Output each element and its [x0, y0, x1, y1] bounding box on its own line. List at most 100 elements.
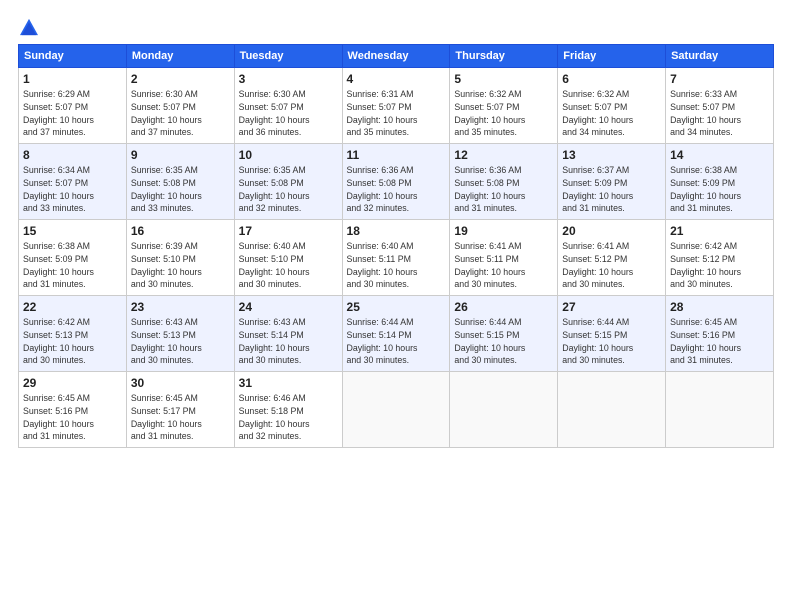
day-number: 1 — [23, 72, 122, 86]
day-info: Sunrise: 6:35 AMSunset: 5:08 PMDaylight:… — [239, 164, 338, 215]
day-number: 29 — [23, 376, 122, 390]
day-info: Sunrise: 6:36 AMSunset: 5:08 PMDaylight:… — [347, 164, 446, 215]
calendar-day-cell: 29 Sunrise: 6:45 AMSunset: 5:16 PMDayligh… — [19, 372, 127, 448]
day-of-week-header: Tuesday — [234, 45, 342, 68]
calendar-day-cell: 31Sunrise: 6:46 AMSunset: 5:18 PMDayligh… — [234, 372, 342, 448]
day-info: Sunrise: 6:33 AMSunset: 5:07 PMDaylight:… — [670, 88, 769, 139]
logo — [18, 18, 38, 36]
day-number: 17 — [239, 224, 338, 238]
day-info: Sunrise: 6:34 AMSunset: 5:07 PMDaylight:… — [23, 164, 122, 215]
calendar-day-cell: 23 Sunrise: 6:43 AMSunset: 5:13 PMDayligh… — [126, 296, 234, 372]
day-info: Sunrise: 6:45 AMSunset: 5:16 PMDaylight:… — [23, 392, 122, 443]
day-number: 12 — [454, 148, 553, 162]
day-info: Sunrise: 6:44 AMSunset: 5:15 PMDaylight:… — [562, 316, 661, 367]
day-info: Sunrise: 6:45 AMSunset: 5:17 PMDaylight:… — [131, 392, 230, 443]
day-info: Sunrise: 6:32 AMSunset: 5:07 PMDaylight:… — [454, 88, 553, 139]
day-number: 25 — [347, 300, 446, 314]
day-number: 24 — [239, 300, 338, 314]
calendar-day-cell: 12 Sunrise: 6:36 AMSunset: 5:08 PMDayligh… — [450, 144, 558, 220]
calendar-day-cell — [342, 372, 450, 448]
logo-icon — [20, 18, 38, 36]
day-number: 16 — [131, 224, 230, 238]
day-number: 11 — [347, 148, 446, 162]
calendar-day-cell: 26 Sunrise: 6:44 AMSunset: 5:15 PMDayligh… — [450, 296, 558, 372]
calendar-day-cell: 27Sunrise: 6:44 AMSunset: 5:15 PMDayligh… — [558, 296, 666, 372]
calendar-week-row: 8 Sunrise: 6:34 AMSunset: 5:07 PMDaylight… — [19, 144, 774, 220]
day-number: 19 — [454, 224, 553, 238]
day-info: Sunrise: 6:36 AMSunset: 5:08 PMDaylight:… — [454, 164, 553, 215]
day-info: Sunrise: 6:38 AMSunset: 5:09 PMDaylight:… — [670, 164, 769, 215]
calendar-day-cell: 10 Sunrise: 6:35 AMSunset: 5:08 PMDayligh… — [234, 144, 342, 220]
calendar-day-cell: 7 Sunrise: 6:33 AMSunset: 5:07 PMDaylight… — [666, 68, 774, 144]
calendar-day-cell: 5 Sunrise: 6:32 AMSunset: 5:07 PMDaylight… — [450, 68, 558, 144]
day-number: 28 — [670, 300, 769, 314]
day-number: 22 — [23, 300, 122, 314]
day-info: Sunrise: 6:42 AMSunset: 5:12 PMDaylight:… — [670, 240, 769, 291]
day-info: Sunrise: 6:41 AMSunset: 5:11 PMDaylight:… — [454, 240, 553, 291]
day-number: 30 — [131, 376, 230, 390]
calendar-day-cell: 19 Sunrise: 6:41 AMSunset: 5:11 PMDayligh… — [450, 220, 558, 296]
calendar-day-cell: 24Sunrise: 6:43 AMSunset: 5:14 PMDayligh… — [234, 296, 342, 372]
day-of-week-header: Sunday — [19, 45, 127, 68]
day-info: Sunrise: 6:42 AMSunset: 5:13 PMDaylight:… — [23, 316, 122, 367]
day-number: 26 — [454, 300, 553, 314]
calendar-day-cell: 13Sunrise: 6:37 AMSunset: 5:09 PMDayligh… — [558, 144, 666, 220]
calendar-day-cell: 25 Sunrise: 6:44 AMSunset: 5:14 PMDayligh… — [342, 296, 450, 372]
calendar-week-row: 15 Sunrise: 6:38 AMSunset: 5:09 PMDayligh… — [19, 220, 774, 296]
day-number: 8 — [23, 148, 122, 162]
calendar-day-cell: 20 Sunrise: 6:41 AMSunset: 5:12 PMDayligh… — [558, 220, 666, 296]
calendar-day-cell: 28 Sunrise: 6:45 AMSunset: 5:16 PMDayligh… — [666, 296, 774, 372]
calendar-week-row: 1 Sunrise: 6:29 AMSunset: 5:07 PMDaylight… — [19, 68, 774, 144]
day-info: Sunrise: 6:43 AMSunset: 5:13 PMDaylight:… — [131, 316, 230, 367]
day-info: Sunrise: 6:32 AMSunset: 5:07 PMDaylight:… — [562, 88, 661, 139]
day-info: Sunrise: 6:38 AMSunset: 5:09 PMDaylight:… — [23, 240, 122, 291]
calendar-day-cell: 14 Sunrise: 6:38 AMSunset: 5:09 PMDayligh… — [666, 144, 774, 220]
calendar-day-cell: 4 Sunrise: 6:31 AMSunset: 5:07 PMDaylight… — [342, 68, 450, 144]
day-number: 5 — [454, 72, 553, 86]
day-of-week-header: Friday — [558, 45, 666, 68]
day-number: 23 — [131, 300, 230, 314]
day-info: Sunrise: 6:44 AMSunset: 5:15 PMDaylight:… — [454, 316, 553, 367]
day-number: 9 — [131, 148, 230, 162]
day-number: 6 — [562, 72, 661, 86]
calendar-day-cell: 3Sunrise: 6:30 AMSunset: 5:07 PMDaylight… — [234, 68, 342, 144]
day-number: 21 — [670, 224, 769, 238]
calendar-week-row: 22 Sunrise: 6:42 AMSunset: 5:13 PMDayligh… — [19, 296, 774, 372]
day-info: Sunrise: 6:40 AMSunset: 5:10 PMDaylight:… — [239, 240, 338, 291]
day-number: 18 — [347, 224, 446, 238]
day-number: 15 — [23, 224, 122, 238]
calendar-day-cell: 21 Sunrise: 6:42 AMSunset: 5:12 PMDayligh… — [666, 220, 774, 296]
calendar-day-cell: 15 Sunrise: 6:38 AMSunset: 5:09 PMDayligh… — [19, 220, 127, 296]
calendar-day-cell: 1 Sunrise: 6:29 AMSunset: 5:07 PMDaylight… — [19, 68, 127, 144]
calendar-day-cell: 16 Sunrise: 6:39 AMSunset: 5:10 PMDayligh… — [126, 220, 234, 296]
calendar-day-cell: 8 Sunrise: 6:34 AMSunset: 5:07 PMDaylight… — [19, 144, 127, 220]
calendar-day-cell: 22 Sunrise: 6:42 AMSunset: 5:13 PMDayligh… — [19, 296, 127, 372]
calendar-table: SundayMondayTuesdayWednesdayThursdayFrid… — [18, 44, 774, 448]
day-number: 14 — [670, 148, 769, 162]
day-of-week-header: Wednesday — [342, 45, 450, 68]
day-number: 13 — [562, 148, 661, 162]
day-info: Sunrise: 6:39 AMSunset: 5:10 PMDaylight:… — [131, 240, 230, 291]
day-info: Sunrise: 6:29 AMSunset: 5:07 PMDaylight:… — [23, 88, 122, 139]
day-info: Sunrise: 6:30 AMSunset: 5:07 PMDaylight:… — [131, 88, 230, 139]
calendar-day-cell — [558, 372, 666, 448]
calendar-day-cell: 11 Sunrise: 6:36 AMSunset: 5:08 PMDayligh… — [342, 144, 450, 220]
day-info: Sunrise: 6:40 AMSunset: 5:11 PMDaylight:… — [347, 240, 446, 291]
calendar-day-cell: 17 Sunrise: 6:40 AMSunset: 5:10 PMDayligh… — [234, 220, 342, 296]
day-of-week-header: Monday — [126, 45, 234, 68]
calendar-day-cell: 6 Sunrise: 6:32 AMSunset: 5:07 PMDaylight… — [558, 68, 666, 144]
calendar-week-row: 29 Sunrise: 6:45 AMSunset: 5:16 PMDayligh… — [19, 372, 774, 448]
day-info: Sunrise: 6:44 AMSunset: 5:14 PMDaylight:… — [347, 316, 446, 367]
day-info: Sunrise: 6:46 AMSunset: 5:18 PMDaylight:… — [239, 392, 338, 443]
day-number: 4 — [347, 72, 446, 86]
day-info: Sunrise: 6:41 AMSunset: 5:12 PMDaylight:… — [562, 240, 661, 291]
day-number: 20 — [562, 224, 661, 238]
calendar-day-cell — [666, 372, 774, 448]
calendar-day-cell: 9Sunrise: 6:35 AMSunset: 5:08 PMDaylight… — [126, 144, 234, 220]
day-info: Sunrise: 6:45 AMSunset: 5:16 PMDaylight:… — [670, 316, 769, 367]
day-number: 7 — [670, 72, 769, 86]
calendar-day-cell: 2Sunrise: 6:30 AMSunset: 5:07 PMDaylight… — [126, 68, 234, 144]
day-info: Sunrise: 6:31 AMSunset: 5:07 PMDaylight:… — [347, 88, 446, 139]
day-number: 10 — [239, 148, 338, 162]
day-of-week-header: Saturday — [666, 45, 774, 68]
